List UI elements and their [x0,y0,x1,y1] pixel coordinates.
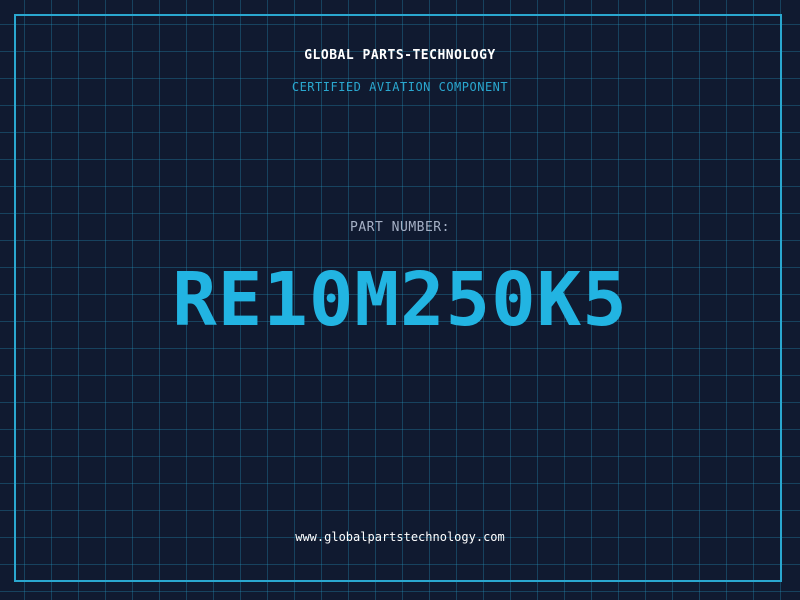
company-name: GLOBAL PARTS-TECHNOLOGY [304,48,496,63]
part-number-label: PART NUMBER: [350,220,450,235]
website-url: www.globalpartstechnology.com [295,530,505,544]
part-number-value: RE10M250K5 [172,257,628,343]
part-label-card: GLOBAL PARTS-TECHNOLOGY CERTIFIED AVIATI… [0,0,800,600]
certification-subtitle: CERTIFIED AVIATION COMPONENT [291,80,509,94]
